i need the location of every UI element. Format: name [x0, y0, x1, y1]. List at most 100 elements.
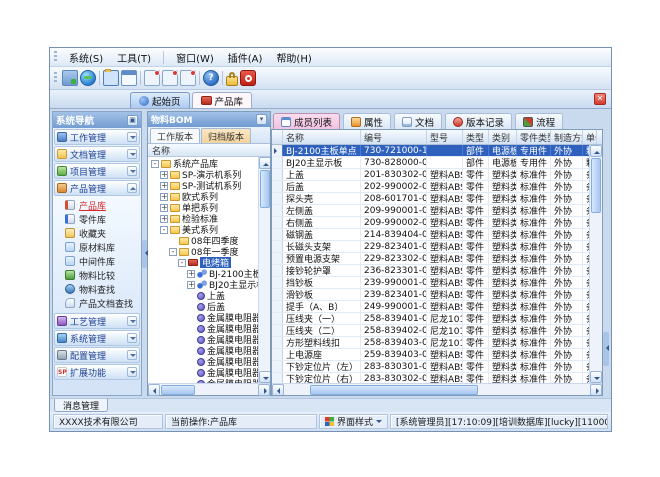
table-row[interactable]: 滑钞板 239-823401-00X 塑料ABS 零件 塑料类 标准件 外协 条: [272, 289, 589, 301]
toolbar-icon[interactable]: [198, 70, 201, 86]
ui-style-selector[interactable]: 界面样式: [319, 414, 388, 429]
table-row[interactable]: 挡钞板 239-990001-01X 塑料ABS 零件 塑料类 标准件 外协 条: [272, 277, 589, 289]
tree-item[interactable]: + 单把系列: [148, 202, 258, 213]
scroll-up-icon[interactable]: [590, 145, 602, 157]
chevron-down-icon[interactable]: [127, 183, 137, 193]
sidebar-item-product-library[interactable]: 产品库: [53, 198, 141, 212]
tree-item[interactable]: + BJ20主显示板: [148, 279, 258, 290]
scroll-right-icon[interactable]: [258, 384, 270, 396]
tree-expander[interactable]: +: [160, 204, 168, 212]
tree-horizontal-scrollbar[interactable]: [148, 383, 270, 395]
tree-item[interactable]: - 电烤箱: [148, 257, 258, 268]
sidebar-item-product-doc-search[interactable]: 产品文档查找: [53, 296, 141, 310]
scrollbar-thumb[interactable]: [260, 170, 270, 208]
exit-icon[interactable]: [240, 70, 256, 86]
tab-documents[interactable]: 文档: [394, 113, 442, 129]
table-row[interactable]: 提手（A、B） 249-990001-01X 塑料ABS 零件 塑料类 标准件 …: [272, 301, 589, 313]
close-tab-icon[interactable]: ✕: [594, 93, 606, 105]
menu-item[interactable]: 工具(T): [110, 52, 158, 67]
scroll-left-icon[interactable]: [272, 384, 284, 396]
tree-column-header[interactable]: 名称: [148, 144, 270, 157]
window-badge-icon-2[interactable]: [162, 70, 178, 86]
table-row[interactable]: 磁钢盖 214-839404-01X 塑料ABS 零件 塑料类 标准件 外协 条: [272, 229, 589, 241]
sidebar-item-raw-material-library[interactable]: 原材料库: [53, 240, 141, 254]
tab-version-history[interactable]: 版本记录: [445, 113, 512, 129]
tree-item[interactable]: 金属膜电阻器: [148, 356, 258, 367]
sidebar-collapse-icon[interactable]: [142, 240, 147, 268]
toolbar-icon[interactable]: [139, 70, 142, 86]
window-badge-icon-3[interactable]: [180, 70, 196, 86]
pin-icon[interactable]: ▾: [256, 114, 267, 125]
message-management-tab[interactable]: 消息管理: [54, 399, 108, 412]
tab-archived-version[interactable]: 归档版本: [201, 128, 251, 143]
column-header[interactable]: 单位: [583, 130, 597, 144]
sidebar-section-config-mgmt[interactable]: 配置管理: [54, 347, 140, 363]
scroll-down-icon[interactable]: [259, 371, 270, 383]
tree-expander[interactable]: -: [151, 160, 159, 168]
tree-expander[interactable]: +: [187, 281, 195, 289]
column-header[interactable]: 名称: [283, 130, 361, 144]
column-header[interactable]: 类型: [463, 130, 489, 144]
tab-member-list[interactable]: 成员列表: [273, 113, 340, 129]
column-header[interactable]: 编号: [361, 130, 427, 144]
menu-item[interactable]: 系统(S): [62, 52, 110, 67]
sidebar-section-project-mgmt[interactable]: 项目管理: [54, 163, 140, 179]
tree-expander[interactable]: -: [160, 226, 168, 234]
column-header[interactable]: 型号: [427, 130, 463, 144]
tree-item[interactable]: 上盖: [148, 290, 258, 301]
chevron-down-icon[interactable]: [127, 316, 137, 326]
table-row[interactable]: 上电源座 259-839403-00X 塑料ABS 零件 塑料类 标准件 外协 …: [272, 349, 589, 361]
tree-item[interactable]: 金属膜电阻器: [148, 367, 258, 378]
tab-working-version[interactable]: 工作版本: [150, 128, 200, 143]
chevron-down-icon[interactable]: [127, 333, 137, 343]
table-row[interactable]: 方形塑料线扣 258-839403-00X 尼龙1010 零件 塑料类 标准件 …: [272, 337, 589, 349]
toolbar-icon[interactable]: [221, 70, 224, 86]
chevron-down-icon[interactable]: [127, 132, 137, 142]
remote-desktop-icon[interactable]: [62, 70, 78, 86]
table-vertical-scrollbar[interactable]: [589, 145, 602, 383]
chevron-down-icon[interactable]: [127, 149, 137, 159]
help-icon[interactable]: ?: [203, 70, 219, 86]
tree-item[interactable]: 金属膜电阻器: [148, 345, 258, 356]
tree-item[interactable]: 08年四季度: [148, 235, 258, 246]
menu-item[interactable]: 插件(A): [221, 52, 270, 67]
column-header[interactable]: 零件类型: [517, 130, 551, 144]
chevron-down-icon[interactable]: [127, 166, 137, 176]
table-row[interactable]: 下钞定位片（右） 283-830302-00X 塑料ABS 零件 塑料类 标准件…: [272, 373, 589, 383]
column-header[interactable]: 类别: [489, 130, 517, 144]
tree-item[interactable]: - 08年一季度: [148, 246, 258, 257]
column-header[interactable]: 制造方式: [551, 130, 583, 144]
sidebar-section-product-mgmt[interactable]: 产品管理: [54, 180, 140, 196]
scroll-left-icon[interactable]: [148, 384, 160, 396]
right-panel-expand-icon[interactable]: [603, 332, 609, 366]
tree-vertical-scrollbar[interactable]: [258, 157, 270, 383]
table-row[interactable]: 后盖 202-990002-01X 塑料ABS 零件 塑料类 标准件 外协 条: [272, 181, 589, 193]
tab-properties[interactable]: 属性: [343, 113, 391, 129]
tab-start-page[interactable]: 起始页: [130, 92, 190, 108]
window-badge-icon-1[interactable]: [144, 70, 160, 86]
scrollbar-thumb[interactable]: [161, 385, 195, 395]
tree-item[interactable]: 金属膜电阻器: [148, 334, 258, 345]
table-row[interactable]: 长磁头支架 229-823401-00X 塑料ABS 零件 塑料类 标准件 外协…: [272, 241, 589, 253]
sidebar-section-doc-mgmt[interactable]: 文档管理: [54, 146, 140, 162]
tab-workflow[interactable]: 流程: [515, 113, 563, 129]
tree-item[interactable]: 后盖: [148, 301, 258, 312]
tree-expander[interactable]: +: [160, 171, 168, 179]
tree-expander[interactable]: +: [160, 193, 168, 201]
chevron-down-icon[interactable]: [127, 367, 137, 377]
table-row[interactable]: 接钞轮护罩 236-823301-00X 塑料ABS 零件 塑料类 标准件 外协…: [272, 265, 589, 277]
menu-item[interactable]: 窗口(W): [169, 52, 221, 67]
tree-item[interactable]: + SP-测试机系列: [148, 180, 258, 191]
tree-expander[interactable]: +: [160, 182, 168, 190]
open-library-icon[interactable]: [103, 70, 119, 86]
table-row[interactable]: BJ20主显示板 730-828000-04X 部件 电源板 专用件 外协 颗: [272, 157, 589, 169]
sidebar-section-process-mgmt[interactable]: 工艺管理: [54, 313, 140, 329]
sidebar-options-icon[interactable]: ▣: [127, 115, 138, 126]
table-row[interactable]: 右侧盖 209-990002-01X 塑料ABS 零件 塑料类 标准件 外协 条: [272, 217, 589, 229]
scrollbar-thumb[interactable]: [591, 158, 601, 213]
table-row[interactable]: 压线夹（二） 258-839402-00X 尼龙1010 零件 塑料类 标准件 …: [272, 325, 589, 337]
sidebar-section-work-mgmt[interactable]: 工作管理: [54, 129, 140, 145]
sidebar-item-favorites[interactable]: 收藏夹: [53, 226, 141, 240]
layout-window-icon[interactable]: [121, 70, 137, 86]
tree-expander[interactable]: -: [178, 259, 186, 267]
